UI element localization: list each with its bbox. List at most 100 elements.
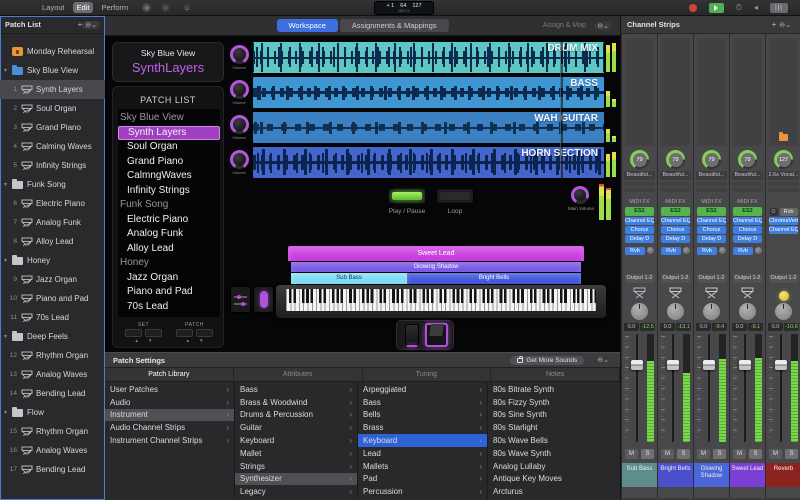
patch-row[interactable]: ▾ Funk Song [0, 175, 105, 194]
eq-thumbnail[interactable] [768, 188, 799, 192]
audio-fx-slot[interactable]: Channel EQ [697, 217, 726, 225]
disclosure-icon[interactable]: ▾ [4, 181, 12, 188]
tab-notes[interactable]: Notes [491, 368, 620, 381]
eq-thumbnail[interactable] [624, 182, 655, 186]
output-slot[interactable]: Output 1-2 [697, 274, 726, 283]
patch-row[interactable]: ▾ 13 Analog Waves [0, 365, 105, 384]
waveform-display[interactable]: WAH GUITAR [253, 112, 604, 143]
set-up-button[interactable] [125, 329, 142, 337]
volume-fader[interactable] [631, 360, 643, 370]
widget-patch-item[interactable]: Funk Song [118, 198, 220, 213]
strip-name[interactable]: Bright Bells [658, 463, 693, 487]
layer-sub-bass[interactable]: Sub Bass [291, 273, 407, 284]
patch-row[interactable]: ▾ 16 Analog Waves [0, 441, 105, 460]
widget-patch-item[interactable]: Piano and Pad [118, 285, 220, 300]
waveform-display[interactable]: HORN SECTION [253, 147, 604, 178]
loop-button[interactable] [436, 188, 474, 204]
widget-patch-item[interactable]: Soul Organ [118, 140, 220, 155]
instrument-slot[interactable]: ES2 [661, 207, 690, 216]
category-item[interactable]: Bass › [235, 383, 357, 396]
widget-patch-item[interactable]: Analog Funk [118, 227, 220, 242]
patch-settings-action-menu[interactable]: ⊖⌄ [594, 356, 612, 364]
pan-value[interactable]: 0.0 [768, 323, 783, 331]
assign-map-button[interactable]: Assign & Map [543, 22, 586, 29]
tab-workspace[interactable]: Workspace [276, 19, 337, 32]
patch-row[interactable]: ▾ Monday Rehearsal [0, 42, 105, 61]
keyboard-keys[interactable] [286, 289, 596, 311]
audio-fx-slot[interactable]: ChromaVerb [769, 217, 798, 225]
audio-fx-slot[interactable]: Delay D [697, 235, 726, 243]
pitch-bend-wheel[interactable] [230, 286, 251, 313]
eq-thumbnail[interactable] [660, 182, 691, 186]
pan-knob[interactable] [703, 303, 720, 320]
audio-fx-slot[interactable]: Channel EQ [769, 226, 798, 234]
patch-result-item[interactable]: Analog Lullaby [488, 460, 620, 473]
library-item[interactable]: Instrument Channel Strips › [105, 434, 234, 447]
widget-patch-item[interactable]: Sky Blue View [118, 111, 220, 126]
patch-list-action-menu[interactable]: ⊖⌄ [82, 21, 100, 29]
patch-result-item[interactable]: 80s Fizzy Synth [488, 396, 620, 409]
solo-button[interactable]: S [785, 449, 798, 459]
channel-volume-knob[interactable]: 79 [702, 150, 721, 169]
widget-patch-item[interactable]: 70s Lead [118, 300, 220, 315]
widget-patch-item[interactable]: Jazz Organ [118, 271, 220, 286]
channel-volume-knob[interactable]: 79 [666, 150, 685, 169]
pan-knob[interactable] [631, 303, 648, 320]
track-volume-knob[interactable] [230, 115, 249, 134]
category-item[interactable]: Drums & Percussion › [235, 409, 357, 422]
subcategory-item[interactable]: Pad › [358, 473, 487, 486]
patch-row[interactable]: ▾ 7 Analog Funk [0, 213, 105, 232]
inserts-area[interactable] [769, 38, 798, 146]
subcategory-item[interactable]: Bells › [358, 409, 487, 422]
patch-row[interactable]: ▾ 12 Rhythm Organ [0, 346, 105, 365]
eq-thumbnail[interactable] [660, 188, 691, 192]
channel-volume-knob[interactable]: 127 [774, 150, 793, 169]
pan-value[interactable]: 0.0 [660, 323, 675, 331]
channel-volume-knob[interactable]: 79 [630, 150, 649, 169]
volume-fader[interactable] [739, 360, 751, 370]
strip-name[interactable]: Sweet Lead [730, 463, 765, 487]
audio-fx-slot[interactable]: Chorus [625, 226, 654, 234]
pan-value[interactable]: 0.0 [624, 323, 639, 331]
playhead[interactable] [560, 42, 563, 178]
patch-result-item[interactable]: Antique Key Moves [488, 473, 620, 486]
send-knob[interactable] [719, 247, 726, 254]
patch-row[interactable]: ▾ 3 Grand Piano [0, 118, 105, 137]
widget-patch-item[interactable]: CalmngWaves [118, 169, 220, 184]
subcategory-item[interactable]: Mallets › [358, 460, 487, 473]
disclosure-icon[interactable]: ▾ [4, 333, 12, 340]
output-slot[interactable]: Output 1-2 [625, 274, 654, 283]
patch-row[interactable]: ▾ 8 Alloy Lead [0, 232, 105, 251]
preset-label[interactable]: Beautiful... [624, 171, 655, 180]
expression-pedal[interactable] [425, 323, 448, 347]
bus-label[interactable]: Rvb [780, 208, 798, 216]
preset-label[interactable]: Beautiful... [660, 171, 691, 180]
audio-fx-slot[interactable]: Channel EQ [661, 217, 690, 225]
eq-thumbnail[interactable] [624, 188, 655, 192]
waveform-display[interactable]: BASS [253, 77, 604, 108]
disclosure-icon[interactable]: ▾ [4, 67, 12, 74]
master-mute-icon[interactable]: ◂ [754, 4, 758, 12]
edit-mode-button[interactable]: Edit [73, 2, 94, 13]
category-item[interactable]: Mallet › [235, 447, 357, 460]
subcategory-item[interactable]: Keyboard › [358, 434, 487, 447]
eq-thumbnail[interactable] [768, 182, 799, 186]
send-slot[interactable]: Rvb [697, 247, 717, 255]
audio-fx-slot[interactable]: Chorus [661, 226, 690, 234]
input-button[interactable]: O [770, 208, 778, 216]
volume-fader[interactable] [667, 360, 679, 370]
main-volume-knob[interactable] [571, 186, 589, 204]
tab-patch-library[interactable]: Patch Library [105, 368, 234, 381]
pan-value[interactable]: 0.0 [732, 323, 747, 331]
subcategory-item[interactable]: Brass › [358, 421, 487, 434]
audio-fx-slot[interactable]: Chorus [733, 226, 762, 234]
patch-row[interactable]: ▾ 15 Rhythm Organ [0, 422, 105, 441]
audio-fx-slot[interactable]: Chorus [697, 226, 726, 234]
library-item[interactable]: User Patches › [105, 383, 234, 396]
patch-result-item[interactable]: 80s Starlight [488, 421, 620, 434]
patch-result-item[interactable]: Arcturus [488, 485, 620, 498]
patch-row[interactable]: ▾ 2 Soul Organ [0, 99, 105, 118]
mute-button[interactable]: M [733, 449, 746, 459]
patch-row[interactable]: ▾ 11 70s Lead [0, 308, 105, 327]
layer-glowing-shadow[interactable]: Glowing Shadow [291, 262, 581, 272]
